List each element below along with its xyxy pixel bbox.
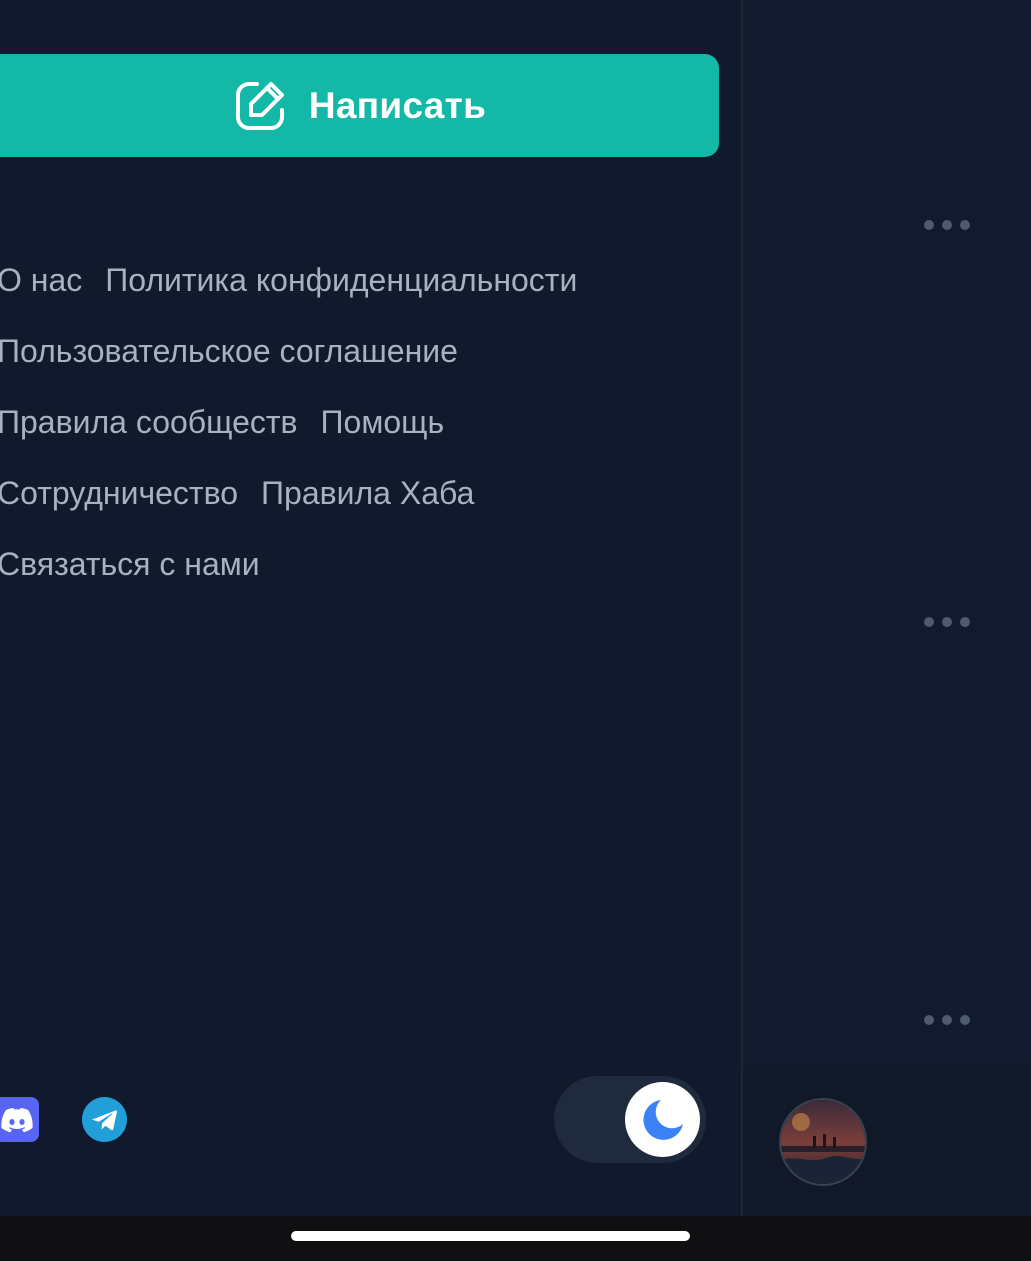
link-community-rules[interactable]: Правила сообществ <box>0 404 298 441</box>
moon-icon <box>642 1099 683 1140</box>
write-button-label: Написать <box>308 84 487 126</box>
links-row: Сотрудничество Правила Хаба <box>0 458 717 529</box>
discord-link[interactable] <box>0 1097 39 1142</box>
side-drawer: Написать О нас Политика конфиденциальнос… <box>0 0 741 1216</box>
dot <box>942 1015 952 1025</box>
dot <box>960 220 970 230</box>
avatar-image <box>781 1100 865 1184</box>
links-row: Пользовательское соглашение <box>0 316 717 387</box>
more-dots-icon[interactable] <box>924 1013 974 1027</box>
links-row: Правила сообществ Помощь <box>0 387 717 458</box>
screen: Написать О нас Политика конфиденциальнос… <box>0 0 1031 1261</box>
discord-icon <box>0 1107 33 1132</box>
dot <box>924 617 934 627</box>
link-user-agreement[interactable]: Пользовательское соглашение <box>0 333 458 370</box>
pencil-square-icon <box>235 81 284 130</box>
write-button[interactable]: Написать <box>0 54 719 157</box>
telegram-icon <box>91 1109 117 1130</box>
avatar[interactable] <box>779 1098 867 1186</box>
link-hub-rules[interactable]: Правила Хаба <box>261 475 474 512</box>
dot <box>924 220 934 230</box>
link-cooperation[interactable]: Сотрудничество <box>0 475 238 512</box>
telegram-link[interactable] <box>82 1097 127 1142</box>
more-dots-icon[interactable] <box>924 615 974 629</box>
more-dots-icon[interactable] <box>924 218 974 232</box>
home-indicator[interactable] <box>291 1231 690 1241</box>
system-navigation-bar <box>0 1216 1031 1261</box>
link-about[interactable]: О нас <box>0 262 82 299</box>
dot <box>924 1015 934 1025</box>
social-links <box>0 1097 200 1143</box>
link-privacy-policy[interactable]: Политика конфиденциальности <box>105 262 577 299</box>
links-row: О нас Политика конфиденциальности <box>0 245 717 316</box>
link-contact-us[interactable]: Связаться с нами <box>0 546 260 583</box>
theme-toggle[interactable] <box>554 1076 706 1163</box>
theme-toggle-knob <box>625 1082 700 1157</box>
dot <box>942 617 952 627</box>
background-page <box>743 0 1031 1216</box>
links-row: Связаться с нами <box>0 529 717 600</box>
dot <box>942 220 952 230</box>
dot <box>960 617 970 627</box>
footer-links: О нас Политика конфиденциальности Пользо… <box>0 245 717 600</box>
link-help[interactable]: Помощь <box>321 404 445 441</box>
dot <box>960 1015 970 1025</box>
